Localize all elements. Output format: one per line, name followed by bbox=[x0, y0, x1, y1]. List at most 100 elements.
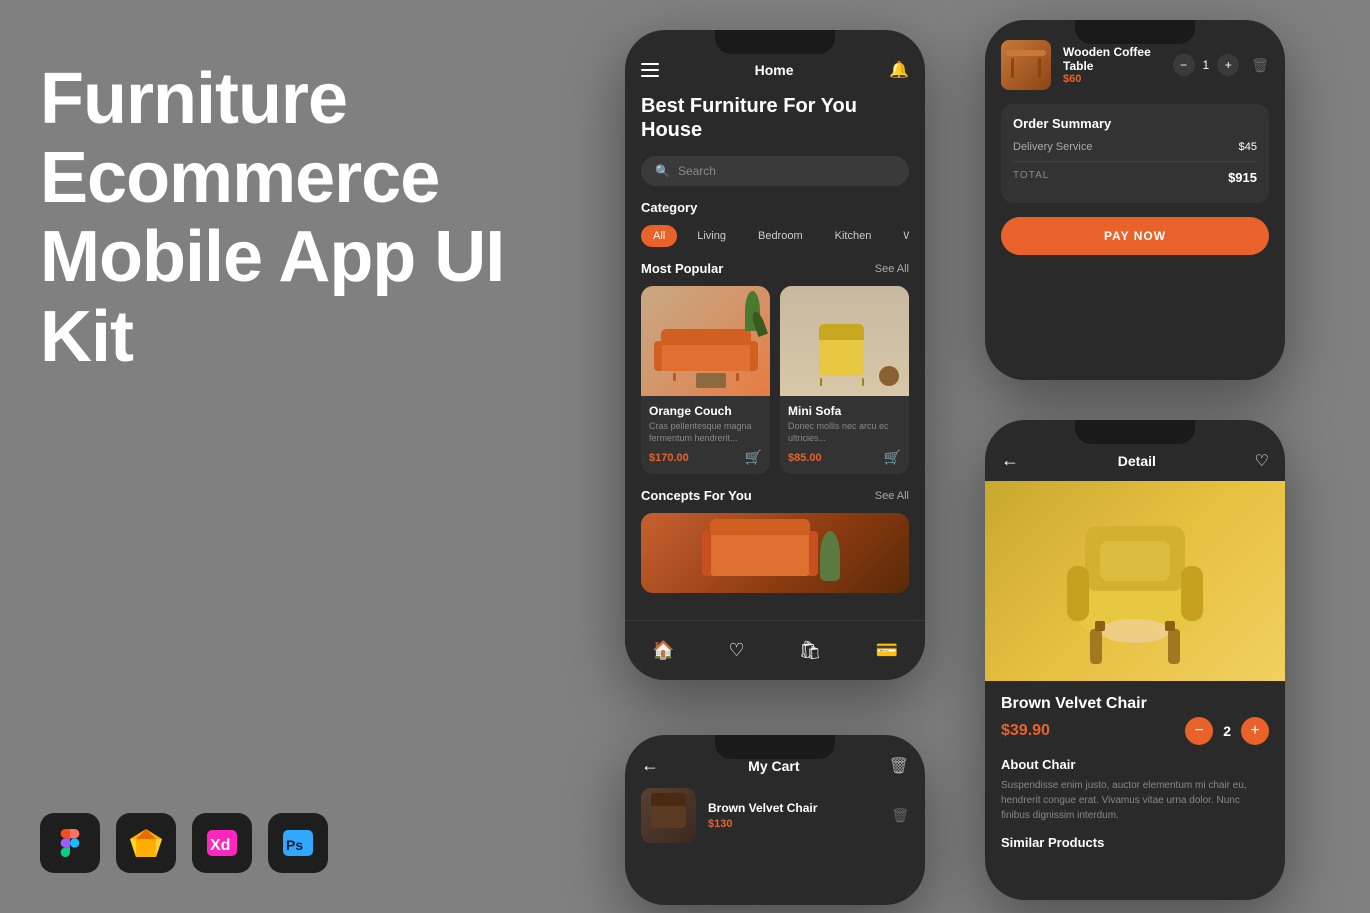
detail-price-row: $39.90 − 2 + bbox=[1001, 717, 1269, 745]
about-chair-text: Suspendisse enim justo, auctor elementum… bbox=[1001, 778, 1269, 823]
order-summary-title: Order Summary bbox=[1013, 116, 1257, 131]
detail-notch bbox=[1075, 420, 1195, 444]
cart-back-button[interactable]: ← bbox=[641, 755, 659, 776]
delivery-label: Delivery Service bbox=[1013, 141, 1092, 153]
detail-qty-controls: − 2 + bbox=[1185, 717, 1269, 745]
category-bedroom[interactable]: Bedroom bbox=[746, 225, 815, 247]
nav-payment-icon[interactable]: 💳 bbox=[876, 640, 898, 661]
total-row: TOTAL $915 bbox=[1013, 170, 1257, 185]
delete-item-icon[interactable]: 🗑 bbox=[1251, 57, 1269, 74]
hamburger-menu[interactable] bbox=[641, 63, 659, 77]
product-name-orange-couch: Orange Couch bbox=[649, 404, 762, 418]
order-item-name: Wooden Coffee Table bbox=[1063, 45, 1161, 73]
qty-number: 1 bbox=[1203, 58, 1210, 72]
detail-qty-minus[interactable]: − bbox=[1185, 717, 1213, 745]
orange-couch-info: Orange Couch Cras pellentesque magna fer… bbox=[641, 396, 770, 474]
search-bar[interactable]: 🔍 Search bbox=[641, 156, 909, 186]
orange-couch-price: $170.00 bbox=[649, 452, 689, 464]
category-all[interactable]: All bbox=[641, 225, 677, 247]
sketch-icon bbox=[116, 813, 176, 873]
search-placeholder: Search bbox=[678, 164, 716, 178]
pay-now-button[interactable]: PAY NOW bbox=[1001, 217, 1269, 255]
cart-item-info: Brown Velvet Chair $130 bbox=[708, 801, 879, 830]
qty-decrease[interactable]: − bbox=[1173, 54, 1195, 76]
category-label: Category bbox=[641, 200, 909, 215]
xd-icon: Xd bbox=[192, 813, 252, 873]
chair-price: $39.90 bbox=[1001, 722, 1050, 740]
delivery-value: $45 bbox=[1239, 141, 1257, 153]
similar-products-title: Similar Products bbox=[1001, 835, 1269, 850]
armchair-svg bbox=[1055, 491, 1215, 671]
phone-detail: ← Detail ♡ Brown Velve bbox=[985, 420, 1285, 900]
back-button[interactable]: ← bbox=[1001, 450, 1019, 471]
most-popular-see-all[interactable]: See All bbox=[875, 263, 909, 275]
order-notch bbox=[1075, 20, 1195, 44]
detail-qty-plus[interactable]: + bbox=[1241, 717, 1269, 745]
cart-delete-icon[interactable]: 🗑 bbox=[889, 756, 909, 776]
concepts-see-all[interactable]: See All bbox=[875, 490, 909, 502]
phone-header: Home 🔔 bbox=[641, 60, 909, 80]
mini-sofa-price: $85.00 bbox=[788, 452, 822, 464]
order-item-info: Wooden Coffee Table $60 bbox=[1063, 45, 1161, 85]
wishlist-button[interactable]: ♡ bbox=[1255, 451, 1269, 471]
concepts-label: Concepts For You bbox=[641, 488, 752, 503]
category-pills: All Living Bedroom Kitchen Workspace Bat… bbox=[641, 225, 909, 247]
nav-cart-icon[interactable]: 🛍 bbox=[799, 640, 822, 661]
category-living[interactable]: Living bbox=[685, 225, 738, 247]
order-divider bbox=[1013, 161, 1257, 162]
phone-home-content: Home 🔔 Best Furniture For You House 🔍 Se… bbox=[625, 30, 925, 680]
phone-nav-title: Home bbox=[755, 62, 794, 78]
title-line3: Mobile App UI Kit bbox=[40, 217, 504, 376]
tool-icons: Xd Ps bbox=[40, 813, 328, 873]
product-footer-orange-couch: $170.00 🛒 bbox=[649, 449, 762, 466]
concepts-banner[interactable] bbox=[641, 513, 909, 593]
add-to-cart-mini-sofa[interactable]: 🛒 bbox=[884, 449, 901, 466]
search-icon: 🔍 bbox=[655, 164, 670, 178]
most-popular-header: Most Popular See All bbox=[641, 261, 909, 276]
total-value: $915 bbox=[1228, 170, 1257, 185]
cart-item-name: Brown Velvet Chair bbox=[708, 801, 879, 815]
cart-item-price: $130 bbox=[708, 818, 879, 830]
order-item: Wooden Coffee Table $60 − 1 + 🗑 bbox=[1001, 40, 1269, 90]
product-desc-mini-sofa: Donec mollis nec arcu ec ultricies... bbox=[788, 421, 901, 444]
category-kitchen[interactable]: Kitchen bbox=[823, 225, 884, 247]
order-item-price: $60 bbox=[1063, 73, 1161, 85]
detail-title: Detail bbox=[1118, 453, 1156, 469]
phone-notch bbox=[715, 30, 835, 54]
delivery-row: Delivery Service $45 bbox=[1013, 141, 1257, 153]
cart-title: My Cart bbox=[748, 758, 799, 774]
nav-home-icon[interactable]: 🏠 bbox=[652, 640, 674, 661]
total-label: TOTAL bbox=[1013, 170, 1049, 185]
wooden-table-img bbox=[1001, 40, 1051, 90]
ps-icon: Ps bbox=[268, 813, 328, 873]
cart-item-image bbox=[641, 788, 696, 843]
title-line1: Furniture bbox=[40, 59, 347, 139]
product-card-orange-couch[interactable]: Orange Couch Cras pellentesque magna fer… bbox=[641, 286, 770, 474]
phone-cart: ← My Cart 🗑 Brown Velvet Chair $130 🗑 bbox=[625, 735, 925, 905]
product-footer-mini-sofa: $85.00 🛒 bbox=[788, 449, 901, 466]
qty-increase[interactable]: + bbox=[1217, 54, 1239, 76]
bottom-nav: 🏠 ♡ 🛍 💳 bbox=[625, 620, 925, 680]
mini-sofa-info: Mini Sofa Donec mollis nec arcu ec ultri… bbox=[780, 396, 909, 474]
orange-couch-image bbox=[641, 286, 770, 396]
category-workspace[interactable]: Workspace bbox=[891, 225, 909, 247]
product-name-mini-sofa: Mini Sofa bbox=[788, 404, 901, 418]
main-title: Furniture Ecommerce Mobile App UI Kit bbox=[40, 60, 540, 377]
left-section: Furniture Ecommerce Mobile App UI Kit bbox=[40, 60, 540, 377]
order-qty-controls: − 1 + bbox=[1173, 54, 1240, 76]
figma-icon bbox=[40, 813, 100, 873]
nav-wishlist-icon[interactable]: ♡ bbox=[728, 640, 744, 661]
product-card-mini-sofa[interactable]: Mini Sofa Donec mollis nec arcu ec ultri… bbox=[780, 286, 909, 474]
mini-sofa-image bbox=[780, 286, 909, 396]
products-grid: Orange Couch Cras pellentesque magna fer… bbox=[641, 286, 909, 474]
add-to-cart-orange-couch[interactable]: 🛒 bbox=[745, 449, 762, 466]
notification-icon[interactable]: 🔔 bbox=[889, 60, 909, 80]
title-line2: Ecommerce bbox=[40, 138, 439, 218]
most-popular-label: Most Popular bbox=[641, 261, 723, 276]
cart-item-delete[interactable]: 🗑 bbox=[891, 807, 909, 824]
about-chair-title: About Chair bbox=[1001, 757, 1269, 772]
detail-chair-image bbox=[985, 481, 1285, 681]
svg-text:Xd: Xd bbox=[210, 837, 230, 854]
home-heading: Best Furniture For You House bbox=[641, 94, 909, 142]
phone-home: Home 🔔 Best Furniture For You House 🔍 Se… bbox=[625, 30, 925, 680]
